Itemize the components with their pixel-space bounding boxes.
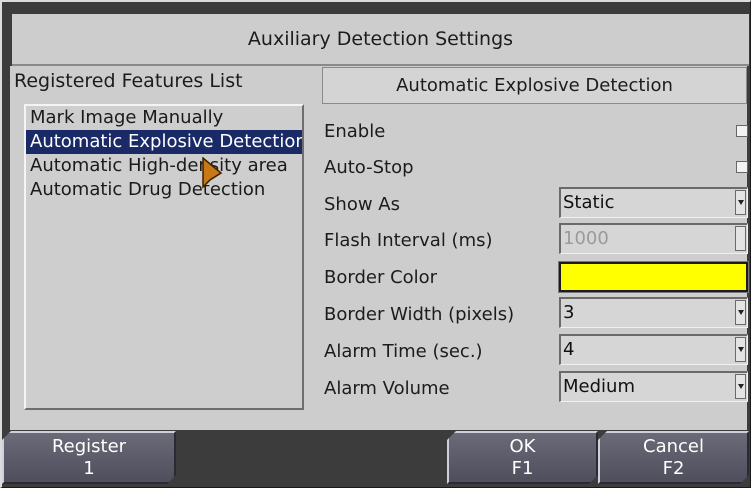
- features-list-label: Registered Features List: [14, 70, 243, 92]
- auto-stop-checkbox[interactable]: [736, 161, 748, 173]
- border-width-value: 3: [563, 302, 575, 323]
- register-button[interactable]: Register 1: [2, 431, 176, 484]
- alarm-volume-select[interactable]: Medium: [559, 371, 748, 402]
- cancel-button[interactable]: Cancel F2: [598, 431, 749, 484]
- cancel-button-label: Cancel: [643, 435, 704, 457]
- chevron-down-icon[interactable]: [735, 337, 746, 362]
- alarm-volume-value: Medium: [563, 376, 635, 397]
- settings-panel-header: Automatic Explosive Detection: [322, 67, 747, 104]
- alarm-volume-label: Alarm Volume: [324, 378, 450, 399]
- border-color-label: Border Color: [324, 267, 438, 288]
- list-item-automatic-explosive-detection[interactable]: Automatic Explosive Detection: [26, 130, 302, 154]
- dialog-title: Auxiliary Detection Settings: [12, 14, 749, 66]
- ok-button-label: OK: [509, 435, 536, 457]
- flash-interval-input: 1000: [559, 223, 748, 254]
- pointer-cursor-icon: [202, 157, 223, 189]
- chevron-down-icon[interactable]: [735, 190, 746, 215]
- ok-button-key: F1: [511, 457, 534, 479]
- enable-checkbox[interactable]: [736, 125, 748, 137]
- list-item-automatic-high-density-area[interactable]: Automatic High-density area: [26, 154, 302, 178]
- alarm-time-label: Alarm Time (sec.): [324, 341, 483, 362]
- registered-features-list[interactable]: Mark Image Manually Automatic Explosive …: [24, 104, 304, 410]
- cancel-button-key: F2: [662, 457, 685, 479]
- flash-interval-label: Flash Interval (ms): [324, 230, 493, 251]
- border-width-label: Border Width (pixels): [324, 304, 515, 325]
- alarm-time-value: 4: [563, 339, 575, 360]
- chevron-down-icon[interactable]: [735, 374, 746, 399]
- border-color-swatch[interactable]: [558, 261, 749, 293]
- show-as-value: Static: [563, 192, 615, 213]
- register-button-label: Register: [51, 435, 127, 457]
- chevron-down-icon[interactable]: [735, 300, 746, 325]
- register-button-key: 1: [83, 457, 95, 479]
- border-width-select[interactable]: 3: [559, 297, 748, 328]
- list-item-automatic-drug-detection[interactable]: Automatic Drug Detection: [26, 178, 302, 202]
- flash-interval-value: 1000: [563, 228, 609, 249]
- spin-button: [735, 226, 746, 251]
- alarm-time-select[interactable]: 4: [559, 334, 748, 365]
- auto-stop-label: Auto-Stop: [324, 157, 414, 178]
- list-item-mark-image-manually[interactable]: Mark Image Manually: [26, 106, 302, 130]
- enable-label: Enable: [324, 121, 386, 142]
- show-as-select[interactable]: Static: [559, 187, 748, 218]
- ok-button[interactable]: OK F1: [447, 431, 598, 484]
- show-as-label: Show As: [324, 194, 400, 215]
